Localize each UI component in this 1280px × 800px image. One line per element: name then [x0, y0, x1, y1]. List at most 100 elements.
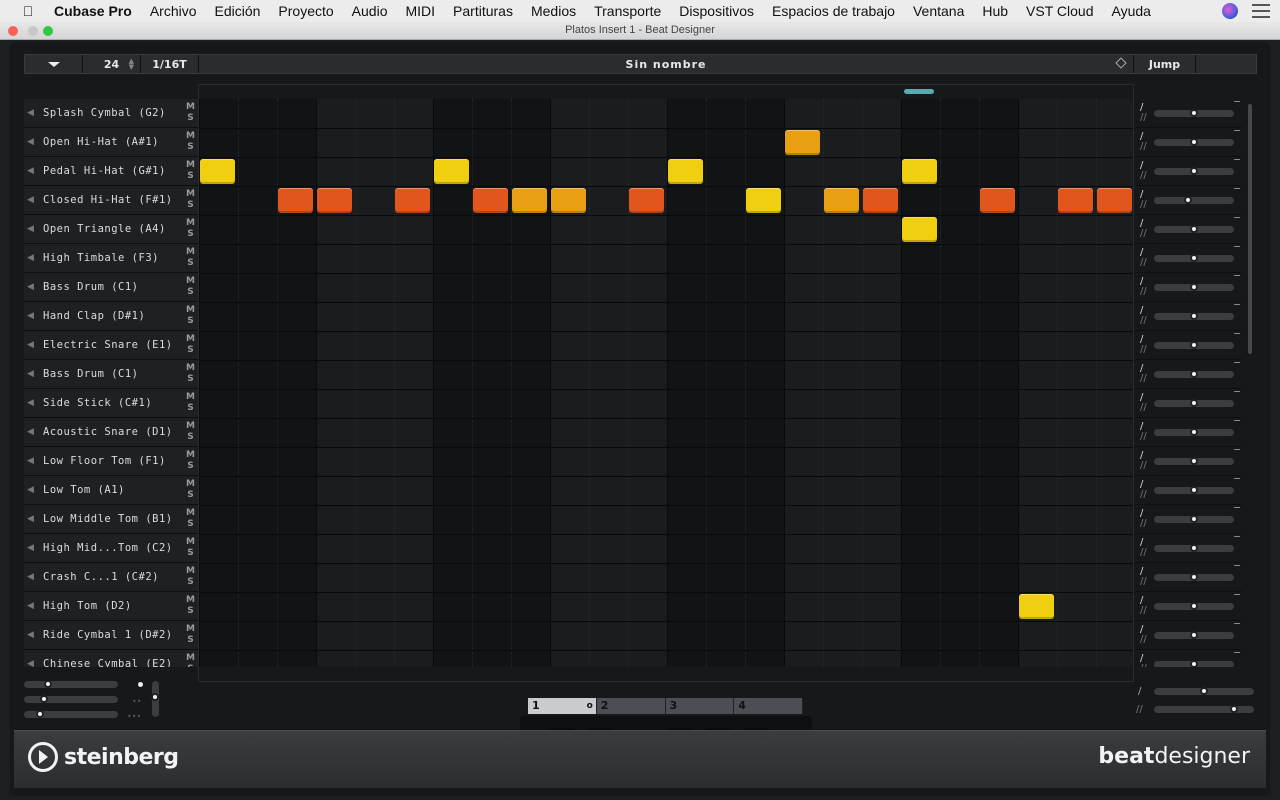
mute-solo-buttons[interactable]: MS	[186, 131, 195, 153]
track-row[interactable]: ◀ Hand Clap (D#1) M S	[24, 302, 198, 331]
velocity-slider[interactable]	[1154, 660, 1234, 667]
speaker-icon[interactable]: ◀	[27, 108, 37, 118]
flam-icon[interactable]: ///	[1140, 248, 1147, 268]
flam-icon[interactable]: ///	[1140, 277, 1147, 297]
menu-item[interactable]: Transporte	[594, 3, 661, 19]
menu-item[interactable]: Hub	[982, 3, 1008, 19]
mode-dots-3-icon[interactable]: •••	[127, 712, 141, 721]
menu-item[interactable]: Edición	[215, 3, 261, 19]
speaker-icon[interactable]: ◀	[27, 543, 37, 553]
solo-button[interactable]: S	[187, 287, 193, 297]
jump-button[interactable]: Jump	[1134, 55, 1196, 73]
speaker-icon[interactable]: ◀	[27, 514, 37, 524]
menu-item[interactable]: Ventana	[913, 3, 964, 19]
speaker-icon[interactable]: ◀	[27, 282, 37, 292]
speaker-icon[interactable]: ◀	[27, 137, 37, 147]
menu-item[interactable]: Ayuda	[1112, 3, 1151, 19]
mute-solo-buttons[interactable]: MS	[186, 305, 195, 327]
pattern-name-field[interactable]: Sin nombre	[199, 55, 1134, 73]
flam-icon[interactable]: ///	[1140, 364, 1147, 384]
velocity-slider[interactable]	[1154, 167, 1234, 175]
step-note[interactable]	[551, 188, 586, 213]
step-note[interactable]	[785, 130, 820, 155]
solo-button[interactable]: S	[187, 374, 193, 384]
step-note[interactable]	[317, 188, 352, 213]
resolution-field[interactable]: 1/16T	[141, 55, 199, 73]
velocity-slider[interactable]	[1154, 370, 1234, 378]
pattern-menu-button[interactable]	[25, 55, 83, 73]
speaker-icon[interactable]: ◀	[27, 427, 37, 437]
velocity-slider[interactable]	[1154, 225, 1234, 233]
menu-app-name[interactable]: Cubase Pro	[54, 3, 132, 19]
menu-item[interactable]: Dispositivos	[679, 3, 754, 19]
mute-button[interactable]: M	[186, 305, 195, 315]
velocity-slider[interactable]	[1154, 109, 1234, 117]
mute-solo-buttons[interactable]: MS	[186, 334, 195, 356]
solo-button[interactable]: S	[187, 635, 193, 645]
mute-solo-buttons[interactable]: MS	[186, 276, 195, 298]
mute-solo-buttons[interactable]: MS	[186, 566, 195, 588]
step-note[interactable]	[512, 188, 547, 213]
track-row[interactable]: ◀ Ride Cymbal 1 (D#2) M S	[24, 621, 198, 650]
solo-button[interactable]: S	[187, 113, 193, 123]
menu-item[interactable]: Proyecto	[278, 3, 333, 19]
siri-icon[interactable]	[1222, 3, 1238, 19]
mute-button[interactable]: M	[186, 247, 195, 257]
step-note[interactable]	[668, 159, 703, 184]
track-row[interactable]: ◀ Chinese Cymbal (E2) MS	[24, 650, 198, 667]
velocity-slider[interactable]	[1154, 341, 1234, 349]
speaker-icon[interactable]: ◀	[27, 311, 37, 321]
mute-solo-buttons[interactable]: MS	[186, 537, 195, 559]
speaker-icon[interactable]: ◀	[27, 369, 37, 379]
speaker-icon[interactable]: ◀	[27, 195, 37, 205]
track-row[interactable]: ◀ Splash Cymbal (G2) M S	[24, 99, 198, 128]
flam-icon[interactable]: ///	[1140, 393, 1147, 413]
solo-button[interactable]: S	[187, 142, 193, 152]
horizontal-scroll-handle[interactable]	[904, 89, 934, 94]
track-row[interactable]: ◀ Pedal Hi-Hat (G#1) M S	[24, 157, 198, 186]
menu-item[interactable]: Audio	[352, 3, 388, 19]
step-note[interactable]	[629, 188, 664, 213]
flam-icon[interactable]: ///	[1140, 422, 1147, 442]
step-note[interactable]	[395, 188, 430, 213]
flam-icon[interactable]: ///	[1140, 538, 1147, 558]
speaker-icon[interactable]: ◀	[27, 166, 37, 176]
menu-item[interactable]: MIDI	[405, 3, 435, 19]
diamond-icon[interactable]	[1115, 57, 1127, 69]
mute-button[interactable]: M	[186, 653, 195, 663]
track-row[interactable]: ◀ Closed Hi-Hat (F#1) M S	[24, 186, 198, 215]
solo-button[interactable]: S	[187, 606, 193, 616]
speaker-icon[interactable]: ◀	[27, 224, 37, 234]
track-row[interactable]: ◀ Bass Drum (C1) M S	[24, 273, 198, 302]
track-row[interactable]: ◀ Open Triangle (A4) M S	[24, 215, 198, 244]
mute-solo-buttons[interactable]: MS	[186, 247, 195, 269]
mute-solo-buttons[interactable]: MS	[186, 102, 195, 124]
step-note[interactable]	[434, 159, 469, 184]
track-row[interactable]: ◀ High Timbale (F3) M S	[24, 244, 198, 273]
speaker-icon[interactable]: ◀	[27, 253, 37, 263]
speaker-icon[interactable]: ◀	[27, 572, 37, 582]
mute-solo-buttons[interactable]: MS	[186, 421, 195, 443]
velocity-slider[interactable]	[1154, 457, 1234, 465]
mute-button[interactable]: M	[186, 218, 195, 228]
track-row[interactable]: ◀ Side Stick (C#1) M S	[24, 389, 198, 418]
solo-button[interactable]: S	[187, 432, 193, 442]
step-grid[interactable]	[199, 99, 1133, 667]
velocity-slider[interactable]	[1154, 283, 1234, 291]
velocity-slider[interactable]	[1154, 515, 1234, 523]
step-note[interactable]	[980, 188, 1015, 213]
menu-item[interactable]: Archivo	[150, 3, 197, 19]
notification-center-icon[interactable]	[1252, 4, 1270, 18]
mute-solo-buttons[interactable]: MS	[186, 508, 195, 530]
solo-button[interactable]: S	[187, 316, 193, 326]
flam-icon[interactable]: ///	[1140, 190, 1147, 210]
step-note[interactable]	[278, 188, 313, 213]
mute-button[interactable]: M	[186, 421, 195, 431]
solo-button[interactable]: S	[187, 171, 193, 181]
track-row[interactable]: ◀ High Mid...Tom (C2) M S	[24, 534, 198, 563]
mute-button[interactable]: M	[186, 595, 195, 605]
speaker-icon[interactable]: ◀	[27, 630, 37, 640]
step-note[interactable]	[902, 159, 937, 184]
mute-button[interactable]: M	[186, 131, 195, 141]
flam-icon[interactable]: ///	[1140, 335, 1147, 355]
